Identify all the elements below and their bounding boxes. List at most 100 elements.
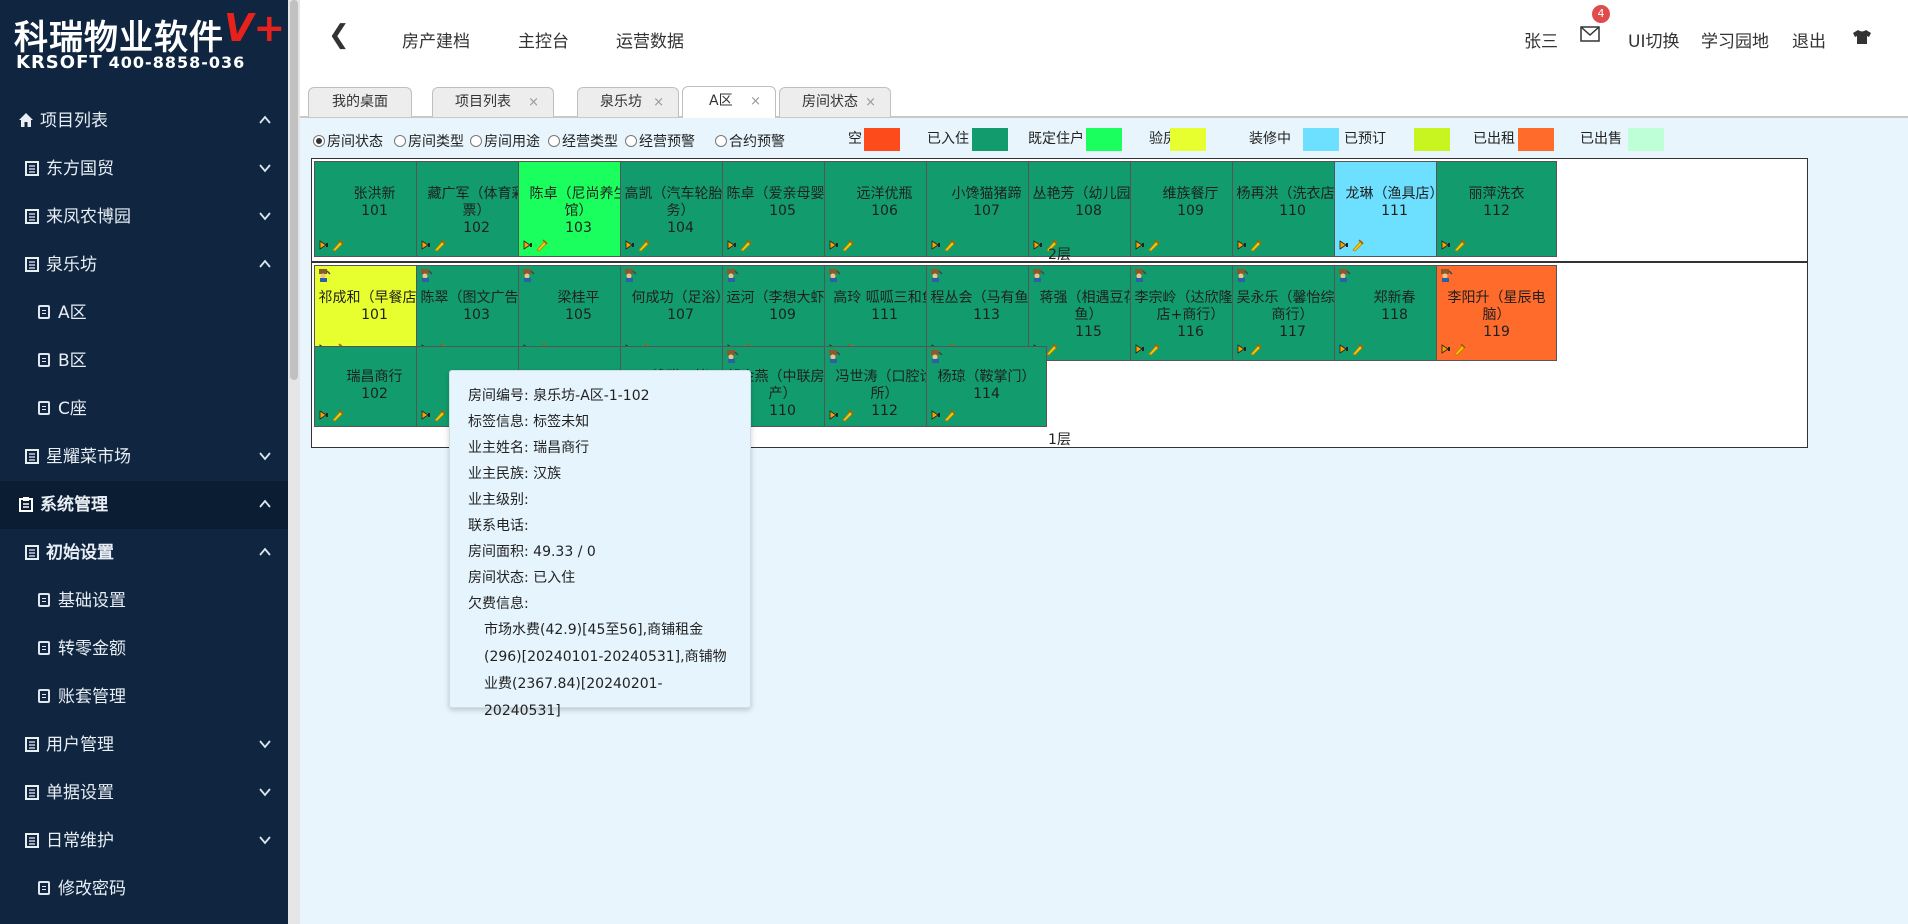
worker-icon: [1031, 268, 1045, 282]
sidebar-item-6[interactable]: C座: [0, 385, 288, 433]
nav-operation-data[interactable]: 运营数据: [616, 27, 684, 52]
sidebar-item-7[interactable]: 星耀菜市场: [0, 433, 288, 481]
sidebar-scrollbar-thumb[interactable]: [290, 0, 298, 380]
sidebar-item-3[interactable]: 泉乐坊: [0, 241, 288, 289]
mail-count-badge: 4: [1592, 5, 1610, 23]
sidebar-item-15[interactable]: 日常维护: [0, 817, 288, 865]
room-number: 114: [973, 386, 1000, 402]
chevron-down-icon[interactable]: [258, 195, 272, 243]
logo-brand: KRSOFT: [16, 52, 103, 73]
logo-phone: 400-8858-036: [108, 53, 246, 72]
clipboard-icon: [18, 483, 34, 512]
sidebar-item-label: 初始设置: [46, 543, 114, 563]
doc-icon: [38, 305, 50, 319]
tab-close-icon[interactable]: ×: [653, 88, 664, 117]
chevron-up-icon[interactable]: [258, 531, 272, 579]
doc-icon: [38, 593, 50, 607]
status-icons: [1135, 342, 1165, 356]
user-name[interactable]: 张三: [1524, 27, 1558, 52]
chevron-down-icon[interactable]: [258, 723, 272, 771]
sidebar-item-label: 星耀菜市场: [46, 447, 131, 467]
room-text: 李阳升（星辰电脑） 119: [1438, 290, 1555, 341]
sidebar-item-16[interactable]: 修改密码: [0, 865, 288, 913]
room-name: 高玲 呱呱三和鱼: [833, 290, 936, 306]
chevron-up-icon[interactable]: [258, 483, 272, 531]
back-icon[interactable]: ❮: [328, 20, 350, 50]
nav-property-archive[interactable]: 房产建档: [402, 27, 470, 52]
tab-close-icon[interactable]: ×: [750, 87, 761, 116]
tab-2[interactable]: 泉乐坊 ×: [577, 87, 679, 117]
room-cell[interactable]: 杨琼（鞍掌门） 114: [926, 346, 1047, 427]
tab-3[interactable]: A区 ×: [682, 86, 776, 118]
tab-0[interactable]: 我的桌面: [308, 87, 412, 117]
legend-swatch-6: [1518, 128, 1554, 151]
logout-button[interactable]: 退出: [1792, 27, 1826, 52]
worker-icon: [1337, 268, 1351, 282]
radio-icon[interactable]: [548, 135, 560, 147]
sidebar-item-label: 项目列表: [40, 111, 108, 131]
mail-icon[interactable]: [1580, 26, 1600, 47]
sidebar-item-9[interactable]: 初始设置: [0, 529, 288, 577]
sidebar-item-14[interactable]: 单据设置: [0, 769, 288, 817]
building-icon: [24, 531, 40, 560]
filter-radio-0[interactable]: 房间状态: [313, 131, 383, 151]
chevron-down-icon[interactable]: [258, 435, 272, 483]
tooltip-phone: 联系电话:: [468, 518, 529, 534]
tooltip-ethnic: 业主民族: 汉族: [468, 466, 562, 482]
logo: 科瑞物业软件 V+ KRSOFT 400-8858-036: [14, 6, 285, 78]
sidebar-item-11[interactable]: 转零金额: [0, 625, 288, 673]
radio-icon[interactable]: [394, 135, 406, 147]
chevron-down-icon[interactable]: [258, 819, 272, 867]
top-bar: ❮ 房产建档 主控台 运营数据 张三 4 UI切换 学习园地 退出: [300, 0, 1908, 79]
ui-switch-button[interactable]: UI切换: [1628, 27, 1679, 52]
room-cell[interactable]: 丽萍洗衣 112: [1436, 161, 1557, 257]
worker-icon: [1439, 268, 1453, 282]
legend-swatch-2: [1086, 128, 1122, 151]
tab-close-icon[interactable]: ×: [865, 88, 876, 117]
radio-icon[interactable]: [470, 135, 482, 147]
sidebar-item-12[interactable]: 账套管理: [0, 673, 288, 721]
filter-radio-3[interactable]: 经营类型: [548, 131, 618, 151]
tooltip-room-no: 房间编号: 泉乐坊-A区-1-102: [468, 388, 650, 404]
room-name: 小馋猫猪蹄: [951, 186, 1022, 202]
sidebar-item-1[interactable]: 东方国贸: [0, 145, 288, 193]
floor-2-label: 2层: [1048, 247, 1071, 263]
chevron-down-icon[interactable]: [258, 147, 272, 195]
sidebar-item-label: 来凤农博园: [46, 207, 131, 227]
filter-radio-1[interactable]: 房间类型: [394, 131, 464, 151]
sidebar-item-2[interactable]: 来凤农博园: [0, 193, 288, 241]
filter-label: 经营预警: [639, 134, 695, 150]
sidebar-item-13[interactable]: 用户管理: [0, 721, 288, 769]
tab-4[interactable]: 房间状态 ×: [779, 87, 891, 117]
learn-link[interactable]: 学习园地: [1701, 27, 1769, 52]
tab-close-icon[interactable]: ×: [528, 88, 539, 117]
room-name: 丽萍洗衣: [1468, 186, 1525, 202]
chevron-up-icon[interactable]: [258, 99, 272, 147]
sidebar-item-0[interactable]: 项目列表: [0, 97, 288, 145]
room-name: 陈卓（尼尚养生馆）: [529, 186, 628, 219]
filter-radio-2[interactable]: 房间用途: [470, 131, 540, 151]
radio-icon[interactable]: [313, 135, 325, 147]
nav-console[interactable]: 主控台: [518, 27, 569, 52]
doc-icon: [38, 881, 50, 895]
filter-label: 房间用途: [484, 134, 540, 150]
theme-shirt-icon[interactable]: [1852, 29, 1872, 50]
sidebar-item-10[interactable]: 基础设置: [0, 577, 288, 625]
sidebar-item-8[interactable]: 系统管理: [0, 481, 288, 529]
chevron-down-icon[interactable]: [258, 771, 272, 819]
sidebar-item-4[interactable]: A区: [0, 289, 288, 337]
filter-radio-5[interactable]: 合约预警: [715, 131, 785, 151]
legend-swatch-5: [1414, 128, 1450, 151]
radio-icon[interactable]: [715, 135, 727, 147]
radio-icon[interactable]: [625, 135, 637, 147]
sidebar-menu: 项目列表东方国贸来凤农博园泉乐坊 A区 B区 C座星耀菜市场系统管理初始设置基础设置转…: [0, 97, 288, 913]
room-cell[interactable]: 李阳升（星辰电脑） 119: [1436, 265, 1557, 361]
sidebar-item-5[interactable]: B区: [0, 337, 288, 385]
legend-label-0: 空: [848, 131, 862, 147]
status-icons: [1441, 342, 1471, 356]
room-name: 张洪新: [353, 186, 396, 202]
building-icon: [24, 771, 40, 800]
chevron-up-icon[interactable]: [258, 243, 272, 291]
tab-1[interactable]: 项目列表 ×: [432, 87, 554, 117]
filter-radio-4[interactable]: 经营预警: [625, 131, 695, 151]
